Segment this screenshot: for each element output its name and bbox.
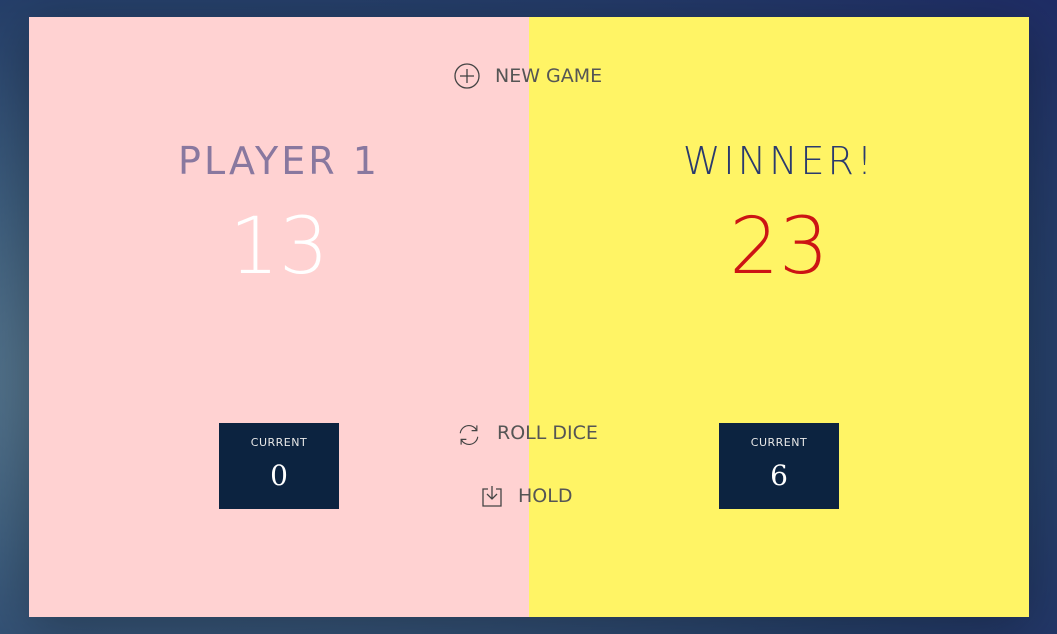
player-2-current-score: 6 <box>770 459 788 492</box>
player-1-current-score: 0 <box>270 459 288 492</box>
player-1-name: PLAYER 1 <box>178 139 380 183</box>
player-1-score: 13 <box>229 202 329 292</box>
player-1-panel: PLAYER 1 13 CURRENT 0 <box>29 17 529 617</box>
plus-circle-icon <box>453 62 481 90</box>
player-1-current-label: CURRENT <box>250 436 308 449</box>
player-2-name: WINNER! <box>682 139 876 183</box>
refresh-icon <box>455 419 483 447</box>
player-2-current-box: CURRENT 6 <box>719 423 839 509</box>
roll-dice-label: ROLL DICE <box>497 422 598 444</box>
new-game-button[interactable]: NEW GAME <box>453 62 602 90</box>
hold-button[interactable]: HOLD <box>480 484 572 508</box>
player-1-current-box: CURRENT 0 <box>219 423 339 509</box>
player-2-current-label: CURRENT <box>750 436 808 449</box>
hold-label: HOLD <box>518 485 573 507</box>
game-board: PLAYER 1 13 CURRENT 0 WINNER! 23 CURRENT… <box>29 17 1029 617</box>
player-2-panel: WINNER! 23 CURRENT 6 <box>529 17 1029 617</box>
roll-dice-button[interactable]: ROLL DICE <box>455 419 598 447</box>
download-icon <box>480 484 504 508</box>
player-2-score: 23 <box>729 202 829 292</box>
new-game-label: NEW GAME <box>495 65 603 87</box>
